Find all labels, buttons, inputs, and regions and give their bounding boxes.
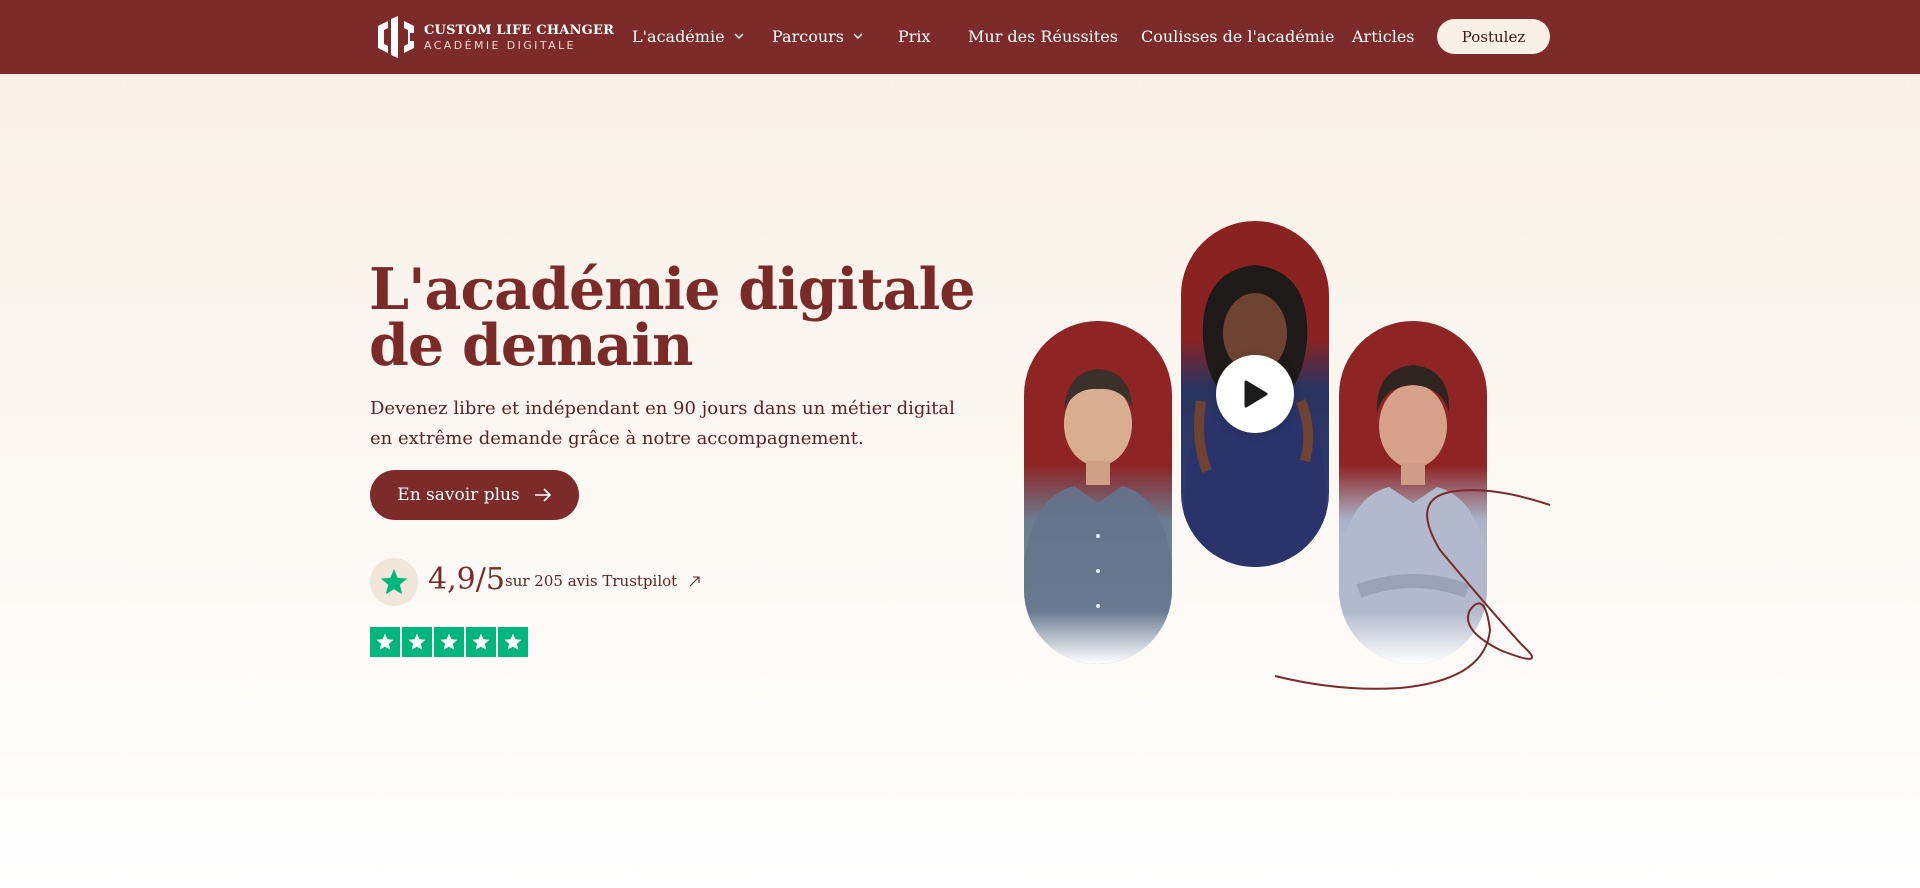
nav-item-mur-des-reussites[interactable]: Mur des Réussites xyxy=(968,25,1118,47)
play-video-button[interactable] xyxy=(1216,355,1294,433)
brand-subtitle: ACADÉMIE DIGITALE xyxy=(424,38,576,52)
nav-item-label: Parcours xyxy=(772,26,844,46)
chevron-down-icon xyxy=(734,33,744,39)
nav-item-articles[interactable]: Articles xyxy=(1352,25,1415,47)
chevron-down-icon xyxy=(853,33,863,39)
logo-mark-icon xyxy=(378,16,414,58)
arrow-right-icon xyxy=(534,488,551,502)
hero-title: L'académie digitale de demain xyxy=(369,256,976,379)
brand-title: CUSTOM LIFE CHANGER xyxy=(424,22,615,38)
star-icon xyxy=(380,568,408,595)
trustpilot-star-icon xyxy=(434,627,464,657)
brand-logo[interactable]: CUSTOM LIFE CHANGER ACADÉMIE DIGITALE xyxy=(374,12,614,62)
nav-item-label: Coulisses de l'académie xyxy=(1141,26,1335,46)
postulez-button[interactable]: Postulez xyxy=(1437,19,1550,54)
decorative-swirl-line xyxy=(1274,489,1551,690)
nav-item-coulisses[interactable]: Coulisses de l'académie xyxy=(1141,25,1334,47)
nav-item-prix[interactable]: Prix xyxy=(898,25,931,47)
nav-item-academie[interactable]: L'académie xyxy=(632,25,745,47)
nav-item-parcours[interactable]: Parcours xyxy=(772,25,864,47)
nav-item-label: Mur des Réussites xyxy=(968,26,1118,46)
trustpilot-star-icon xyxy=(498,627,528,657)
trustpilot-star-icon xyxy=(466,627,496,657)
rating-star-badge xyxy=(370,558,418,606)
hero-subtitle: Devenez libre et indépendant en 90 jours… xyxy=(370,398,955,449)
trustpilot-star-icon xyxy=(402,627,432,657)
nav-item-label: L'académie xyxy=(632,26,725,46)
nav-item-label: Prix xyxy=(898,26,931,46)
trustpilot-star-icon xyxy=(370,627,400,657)
external-arrow-icon xyxy=(689,575,700,586)
learn-more-label: En savoir plus xyxy=(397,485,520,505)
person-left-image xyxy=(1024,369,1172,664)
top-navbar: CUSTOM LIFE CHANGER ACADÉMIE DIGITALE L'… xyxy=(0,0,1920,74)
trustpilot-stars xyxy=(370,627,528,657)
person-photo-left xyxy=(1024,321,1172,664)
rating-text: sur 205 avis Trustpilot xyxy=(505,572,678,590)
trustpilot-link[interactable]: sur 205 avis Trustpilot xyxy=(505,572,700,590)
play-icon xyxy=(1244,380,1268,408)
rating-score: 4,9/5 xyxy=(428,562,505,597)
learn-more-button[interactable]: En savoir plus xyxy=(370,470,579,520)
nav-item-label: Articles xyxy=(1352,26,1415,46)
